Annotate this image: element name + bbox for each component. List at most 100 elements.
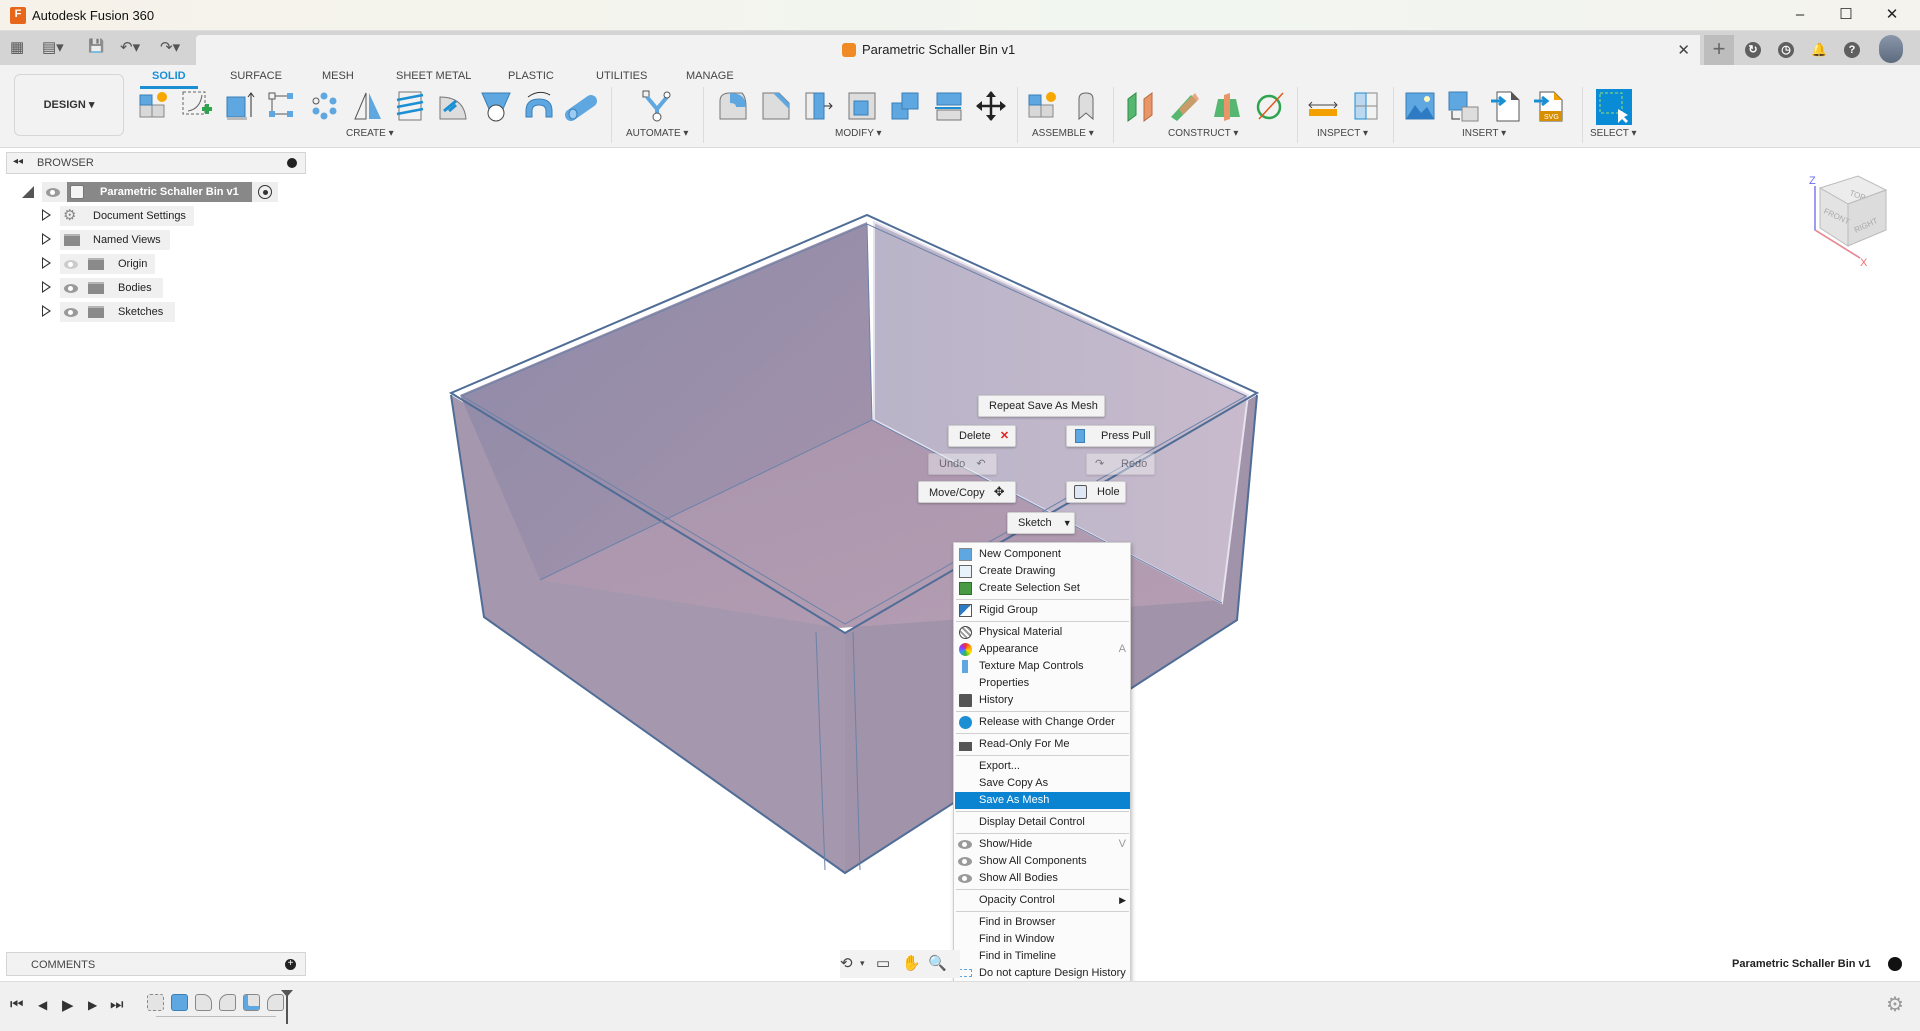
new-component-icon[interactable]	[137, 89, 171, 123]
timeline-marker-head[interactable]	[281, 990, 293, 997]
menu-item-show-hide[interactable]: Show/Hide V	[955, 836, 1130, 853]
menu-item-texture-map-controls[interactable]: Texture Map Controls	[955, 658, 1130, 675]
menu-item-find-in-timeline[interactable]: Find in Timeline	[955, 948, 1130, 965]
bin-body[interactable]	[448, 213, 1260, 875]
menu-item-properties[interactable]: Properties	[955, 675, 1130, 692]
menu-item-create-drawing[interactable]: Create Drawing	[955, 563, 1130, 580]
expand-bodies-icon[interactable]	[42, 281, 51, 293]
tab-surface[interactable]: SURFACE	[230, 70, 282, 82]
timeline-settings-gear-icon[interactable]: ⚙	[1886, 992, 1904, 1017]
shell-icon[interactable]	[845, 89, 879, 123]
circular-pattern-icon[interactable]	[308, 89, 342, 123]
tab-utilities[interactable]: UTILITIES	[596, 70, 647, 82]
document-tab[interactable]: Parametric Schaller Bin v1 ✕	[196, 35, 1700, 65]
combine-icon[interactable]	[888, 89, 922, 123]
new-component-assemble-icon[interactable]	[1026, 89, 1060, 123]
press-pull-icon[interactable]	[802, 89, 836, 123]
undo-button[interactable]: Undo ↶	[928, 453, 997, 475]
axis-icon[interactable]	[1253, 89, 1287, 123]
timeline-chamfer-feature-icon[interactable]	[219, 994, 236, 1011]
timeline-first-button[interactable]: ⏮	[10, 996, 24, 1013]
minimize-button[interactable]: –	[1780, 4, 1820, 26]
browser-item-bodies[interactable]: Bodies	[60, 278, 163, 298]
group-inspect[interactable]: INSPECT ▾	[1317, 128, 1368, 139]
move-copy-icon[interactable]	[974, 89, 1008, 123]
chamfer-icon[interactable]	[759, 89, 793, 123]
browser-item-named-views[interactable]: Named Views	[60, 230, 170, 250]
menu-item-find-in-window[interactable]: Find in Window	[955, 931, 1130, 948]
offset-face-icon[interactable]	[931, 89, 965, 123]
undo-icon[interactable]: ↶▾	[120, 38, 140, 56]
extrude-icon[interactable]	[223, 89, 257, 123]
orbit-dropdown-icon[interactable]: ▾	[860, 958, 865, 969]
expand-sketches-icon[interactable]	[42, 305, 51, 317]
hole-button[interactable]: Hole	[1066, 481, 1126, 503]
orbit-icon[interactable]: ⟲	[840, 954, 853, 972]
coil-icon[interactable]	[393, 89, 427, 123]
workspace-switcher[interactable]: DESIGN ▾	[14, 74, 124, 136]
rib-icon[interactable]	[436, 89, 470, 123]
browser-panel-header[interactable]: ◂◂ BROWSER	[6, 152, 306, 174]
maximize-button[interactable]: ☐	[1826, 4, 1866, 26]
fillet-icon[interactable]	[716, 89, 750, 123]
automate-icon[interactable]	[640, 89, 674, 123]
save-icon[interactable]: 💾	[88, 38, 104, 54]
timeline-sketch-feature-icon[interactable]	[147, 994, 164, 1011]
redo-button[interactable]: ↷ Redo	[1086, 453, 1155, 475]
repeat-save-as-mesh-button[interactable]: Repeat Save As Mesh	[978, 395, 1105, 417]
menu-item-release-change-order[interactable]: Release with Change Order	[955, 714, 1130, 731]
performance-gauge-icon[interactable]	[1888, 957, 1902, 971]
close-window-button[interactable]: ✕	[1872, 4, 1912, 26]
tab-solid[interactable]: SOLID	[140, 70, 198, 89]
tab-manage[interactable]: MANAGE	[686, 70, 734, 82]
close-tab-icon[interactable]: ✕	[1677, 41, 1690, 59]
browser-item-sketches[interactable]: Sketches	[60, 302, 175, 322]
joint-icon[interactable]	[1069, 89, 1103, 123]
menu-item-appearance[interactable]: Appearance A	[955, 641, 1130, 658]
sweep-icon[interactable]	[522, 89, 556, 123]
viewcube[interactable]: TOP FRONT RIGHT Z X	[1809, 175, 1888, 269]
offset-plane-icon[interactable]	[1124, 89, 1158, 123]
delete-button[interactable]: Delete ✕	[948, 425, 1016, 447]
browser-item-origin[interactable]: Origin	[60, 254, 155, 274]
browser-root-row[interactable]: Parametric Schaller Bin v1	[42, 182, 278, 202]
menu-item-show-all-bodies[interactable]: Show All Bodies	[955, 870, 1130, 887]
zoom-icon[interactable]: 🔍	[928, 954, 947, 972]
timeline-prev-button[interactable]: ◀	[38, 998, 47, 1012]
group-insert[interactable]: INSERT ▾	[1462, 128, 1506, 139]
insert-derive-icon[interactable]	[1489, 89, 1523, 123]
add-comment-icon[interactable]: +	[285, 959, 296, 970]
job-status-icon[interactable]: ↻	[1745, 42, 1761, 58]
timeline-last-button[interactable]: ⏭	[110, 996, 124, 1013]
menu-item-save-as-mesh[interactable]: Save As Mesh	[955, 792, 1130, 809]
menu-item-display-detail-control[interactable]: Display Detail Control	[955, 814, 1130, 831]
group-create[interactable]: CREATE ▾	[346, 128, 394, 139]
press-pull-button[interactable]: Press Pull	[1066, 425, 1155, 447]
decal-icon[interactable]	[1446, 89, 1480, 123]
menu-item-save-copy-as[interactable]: Save Copy As	[955, 775, 1130, 792]
timeline-next-button[interactable]: ▶	[88, 998, 97, 1012]
tab-mesh[interactable]: MESH	[322, 70, 354, 82]
create-sketch-icon[interactable]	[180, 89, 214, 123]
measure-icon[interactable]	[1306, 89, 1340, 123]
timeline-extrude-feature-icon[interactable]	[171, 994, 188, 1011]
notifications-bell-icon[interactable]: 🔔	[1811, 42, 1827, 58]
data-panel-grid-icon[interactable]: ▦	[10, 38, 24, 56]
select-icon[interactable]	[1596, 89, 1632, 125]
browser-pin-icon[interactable]	[287, 158, 297, 168]
rectangular-pattern-icon[interactable]	[265, 89, 299, 123]
menu-item-new-component[interactable]: New Component	[955, 546, 1130, 563]
menu-item-show-all-components[interactable]: Show All Components	[955, 853, 1130, 870]
menu-item-do-not-capture-history[interactable]: Do not capture Design History	[955, 965, 1130, 982]
history-clock-icon[interactable]: ◷	[1778, 42, 1794, 58]
menu-item-history[interactable]: History	[955, 692, 1130, 709]
mirror-icon[interactable]	[351, 89, 385, 123]
help-icon[interactable]: ?	[1844, 42, 1860, 58]
menu-item-read-only[interactable]: Read-Only For Me	[955, 736, 1130, 753]
visibility-eye-icon[interactable]	[64, 308, 78, 317]
group-automate[interactable]: AUTOMATE ▾	[626, 128, 688, 139]
insert-canvas-icon[interactable]	[1403, 89, 1437, 123]
collapse-browser-icon[interactable]: ◂◂	[13, 156, 23, 167]
menu-item-create-selection-set[interactable]: Create Selection Set	[955, 580, 1130, 597]
new-tab-button[interactable]: +	[1704, 35, 1734, 65]
